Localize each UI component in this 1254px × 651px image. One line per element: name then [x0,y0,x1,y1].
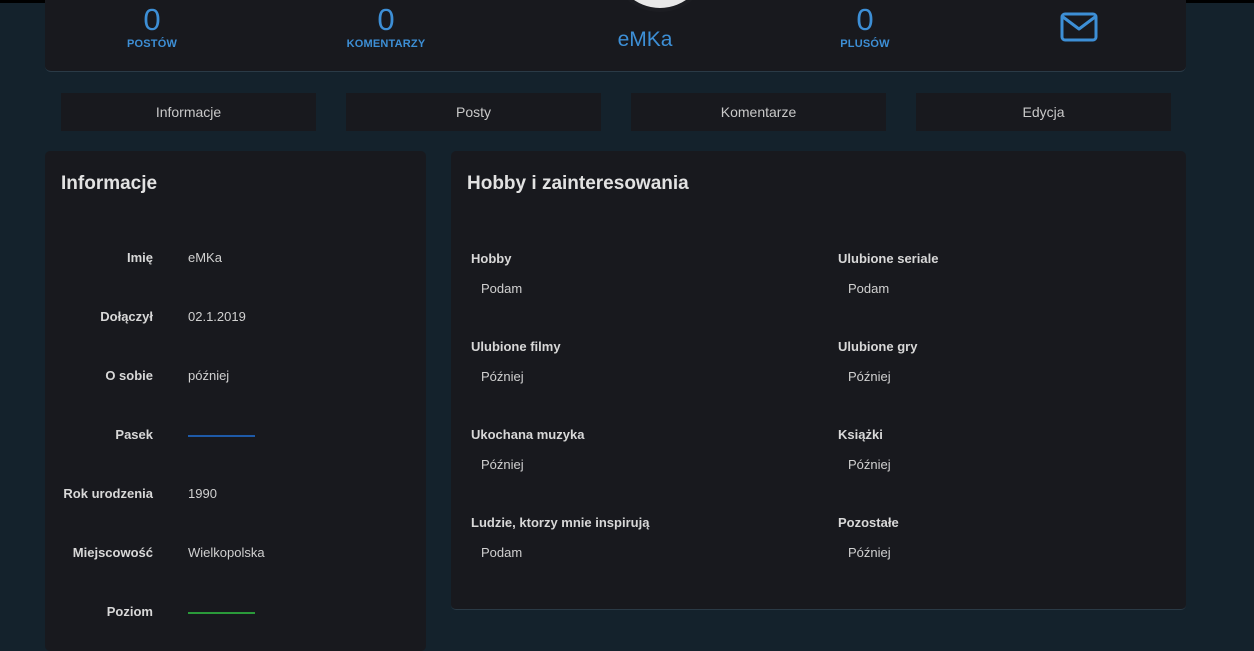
info-key: Miejscowość [72,545,153,560]
hobby-key: Ludzie, ktorzy mnie inspirują [471,515,650,530]
tab-komentarze[interactable]: Komentarze [631,93,886,131]
hobby-key: Ukochana muzyka [471,427,585,442]
hobby-card: Hobby i zainteresowania Hobby Podam Ulub… [451,151,1186,610]
hobby-key: Ulubione filmy [471,339,561,354]
info-value: Wielkopolska [188,545,265,560]
profile-tabs: Informacje Posty Komentarze Edycja [0,93,1254,131]
stat-comments[interactable]: 0 KOMENTARZY [321,2,451,51]
info-row-city: Miejscowość Wielkopolska [45,545,426,565]
info-value: 02.1.2019 [188,309,246,324]
hobby-key: Hobby [471,251,512,266]
hobby-value: Później [848,545,891,560]
info-key: Imię [126,250,153,265]
info-key: Rok urodzenia [63,486,153,501]
info-row-name: Imię eMKa [45,250,426,270]
hobby-item: Książki Później [838,427,1168,472]
stat-plus-label: PLUSÓW [840,38,890,50]
hobby-item: Ulubione seriale Podam [838,251,1168,296]
info-row-level: Poziom [45,604,426,624]
info-key: O sobie [105,368,153,383]
hobby-item: Ludzie, ktorzy mnie inspirują Podam [471,515,801,560]
hobby-key: Ulubione gry [838,339,918,354]
stat-posts-label: POSTÓW [126,38,178,50]
hobby-key: Ulubione seriale [838,251,939,266]
hobby-item: Ukochana muzyka Później [471,427,801,472]
hobby-card-title: Hobby i zainteresowania [467,173,689,194]
hobby-item: Ulubione filmy Później [471,339,801,384]
stat-plus-value: 0 [856,2,874,37]
hobby-value: Później [848,457,891,472]
tab-informacje[interactable]: Informacje [61,93,316,131]
stat-comments-label: KOMENTARZY [346,38,426,50]
username: eMKa [617,28,673,51]
hobby-key: Książki [838,427,883,442]
hobby-item: Hobby Podam [471,251,801,296]
hobby-value: Później [481,369,524,384]
info-row-joined: Dołączył 02.1.2019 [45,309,426,329]
mail-icon[interactable] [1060,12,1098,42]
hobby-key: Pozostałe [838,515,899,530]
stat-plus[interactable]: 0 PLUSÓW [830,2,900,51]
hobby-item: Pozostałe Później [838,515,1168,560]
info-value: 1990 [188,486,217,501]
tab-edycja[interactable]: Edycja [916,93,1171,131]
hobby-value: Podam [848,281,890,296]
hobby-value: Podam [481,281,523,296]
info-value: później [188,368,230,383]
hobby-value: Później [848,369,891,384]
stat-comments-value: 0 [377,2,395,37]
info-value: eMKa [188,250,222,265]
hobby-value: Później [481,457,524,472]
info-key: Dołączył [100,309,153,324]
stat-posts[interactable]: 0 POSTÓW [117,2,187,51]
info-card: Informacje Imię eMKa Dołączył 02.1.2019 … [45,151,426,651]
stat-posts-value: 0 [143,2,161,37]
info-key: Pasek [115,427,153,442]
hobby-item: Ulubione gry Później [838,339,1168,384]
avatar[interactable] [610,0,710,12]
info-row-about: O sobie później [45,368,426,388]
hobby-value: Podam [481,545,523,560]
info-row-bar: Pasek [45,427,426,447]
info-card-title: Informacje [61,173,158,194]
info-row-birth-year: Rok urodzenia 1990 [45,486,426,506]
profile-header: 0 POSTÓW 0 KOMENTARZY eMKa 0 PLUSÓW [45,0,1186,72]
info-key: Poziom [106,604,153,619]
pasek-line [188,435,255,437]
poziom-line [188,612,255,614]
tab-posty[interactable]: Posty [346,93,601,131]
